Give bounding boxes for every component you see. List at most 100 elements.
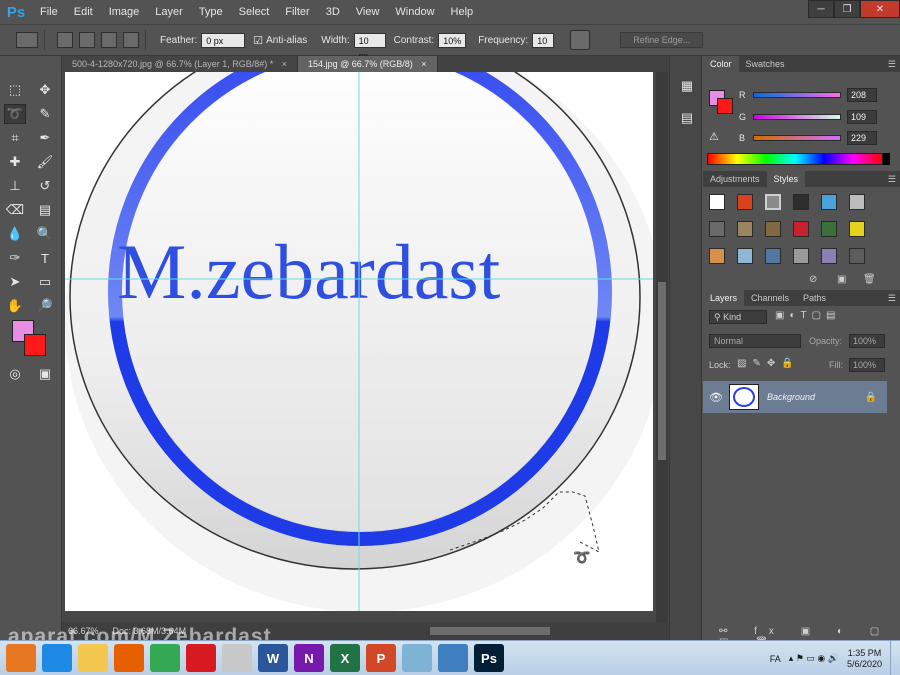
style-swatch[interactable] — [709, 221, 725, 237]
layer-row[interactable]: 👁 Background 🔒 — [703, 381, 887, 413]
path-selection-tool-icon[interactable]: ➤ — [4, 272, 26, 292]
tab-paths[interactable]: Paths — [796, 290, 833, 306]
taskbar-app-word[interactable]: W — [258, 644, 288, 672]
healing-brush-tool-icon[interactable]: ✚ — [4, 152, 26, 172]
panel-menu-icon[interactable]: ☰ — [884, 171, 900, 187]
lock-icons[interactable]: ▨✎✥🔒 — [737, 358, 800, 369]
rectangle-tool-icon[interactable]: ▭ — [34, 272, 56, 292]
style-swatch[interactable] — [737, 221, 753, 237]
black-swatch[interactable] — [883, 153, 890, 165]
horizontal-scroll-thumb[interactable] — [430, 627, 550, 635]
clone-stamp-tool-icon[interactable]: ⊥ — [4, 176, 26, 196]
frequency-input[interactable]: 10 — [532, 32, 555, 48]
properties-panel-icon[interactable]: ▤ — [676, 108, 698, 128]
taskbar-app-powerpoint[interactable]: P — [366, 644, 396, 672]
style-swatch[interactable] — [821, 221, 837, 237]
intersect-selection-icon[interactable] — [123, 32, 139, 48]
menu-3d[interactable]: 3D — [318, 0, 348, 24]
delete-style-icon[interactable]: 🗑 — [863, 274, 876, 285]
menu-image[interactable]: Image — [101, 0, 148, 24]
style-swatch[interactable] — [765, 194, 781, 210]
channel-value[interactable]: 109 — [847, 110, 877, 124]
tab-adjustments[interactable]: Adjustments — [703, 171, 767, 187]
menu-type[interactable]: Type — [191, 0, 231, 24]
taskbar-app-snipping[interactable] — [402, 644, 432, 672]
style-swatch[interactable] — [849, 248, 865, 264]
vertical-scroll-thumb[interactable] — [658, 282, 666, 460]
vertical-scrollbar[interactable] — [656, 72, 668, 622]
close-button[interactable]: ✕ — [860, 0, 900, 18]
tab-document-1[interactable]: 500-4-1280x720.jpg @ 66.7% (Layer 1, RGB… — [62, 56, 299, 72]
style-swatch[interactable] — [821, 194, 837, 210]
pen-pressure-icon[interactable] — [570, 30, 591, 50]
clear-style-icon[interactable]: ⊘ — [809, 274, 817, 285]
show-desktop-button[interactable] — [890, 641, 900, 675]
eraser-tool-icon[interactable]: ⌫ — [4, 200, 26, 220]
document-canvas[interactable]: M.zebardast ➰ — [65, 72, 653, 611]
pen-tool-icon[interactable]: ✑ — [4, 248, 26, 268]
style-swatch[interactable] — [821, 248, 837, 264]
width-input[interactable]: 10 px — [353, 32, 386, 61]
clock[interactable]: 1:35 PM 5/6/2020 — [847, 648, 882, 670]
language-indicator[interactable]: FA — [770, 654, 781, 664]
channel-value[interactable]: 229 — [847, 131, 877, 145]
opacity-input[interactable]: 100% — [849, 334, 885, 348]
color-spectrum-ramp[interactable] — [707, 153, 883, 165]
tab-document-2[interactable]: 154.jpg @ 66.7% (RGB/8) × — [298, 56, 438, 72]
tab-close-icon[interactable]: × — [282, 59, 287, 69]
menu-layer[interactable]: Layer — [147, 0, 191, 24]
filter-kind-dropdown[interactable]: ⚲ Kind — [709, 310, 767, 324]
channel-slider[interactable] — [753, 92, 841, 98]
screen-mode-icon[interactable]: ▣ — [34, 364, 56, 384]
taskbar-app-file-explorer[interactable] — [78, 644, 108, 672]
zoom-tool-icon[interactable]: 🔎 — [34, 296, 56, 316]
tab-layers[interactable]: Layers — [703, 290, 745, 306]
taskbar-app-firefox[interactable] — [114, 644, 144, 672]
tab-color[interactable]: Color — [703, 56, 739, 72]
style-swatch[interactable] — [737, 248, 753, 264]
tab-channels[interactable]: Channels — [744, 290, 796, 306]
minimize-button[interactable]: ─ — [808, 0, 834, 18]
menu-help[interactable]: Help — [443, 0, 482, 24]
tray-icons[interactable]: ▴ ⚑ ▭ ◉ 🔊 — [789, 653, 839, 664]
history-panel-icon[interactable]: ▦ — [676, 76, 698, 96]
crop-tool-icon[interactable]: ⌗ — [4, 128, 26, 148]
tab-close-icon[interactable]: × — [421, 59, 426, 69]
style-swatch[interactable] — [765, 221, 781, 237]
restore-button[interactable]: ❐ — [834, 0, 860, 18]
style-swatch[interactable] — [849, 194, 865, 210]
menu-edit[interactable]: Edit — [66, 0, 101, 24]
menu-view[interactable]: View — [348, 0, 388, 24]
tab-swatches[interactable]: Swatches — [739, 56, 792, 72]
new-style-icon[interactable]: ▣ — [837, 274, 846, 285]
visibility-eye-icon[interactable]: 👁 — [703, 391, 729, 404]
menu-file[interactable]: File — [32, 0, 66, 24]
fill-input[interactable]: 100% — [849, 358, 885, 372]
style-none[interactable] — [709, 194, 725, 210]
history-brush-tool-icon[interactable]: ↺ — [34, 176, 56, 196]
style-swatch[interactable] — [709, 248, 725, 264]
style-swatch[interactable] — [765, 248, 781, 264]
taskbar-app-photoshop[interactable]: Ps — [474, 644, 504, 672]
gradient-tool-icon[interactable]: ▤ — [34, 200, 56, 220]
taskbar-app-excel[interactable]: X — [330, 644, 360, 672]
quick-selection-tool-icon[interactable]: ✎ — [34, 104, 56, 124]
menu-filter[interactable]: Filter — [277, 0, 317, 24]
taskbar-app-acrobat[interactable] — [186, 644, 216, 672]
style-swatch[interactable] — [793, 194, 809, 210]
taskbar-app-remote[interactable] — [438, 644, 468, 672]
panel-menu-icon[interactable]: ☰ — [884, 56, 900, 72]
taskbar-app-chrome[interactable] — [150, 644, 180, 672]
layer-name[interactable]: Background — [767, 392, 815, 402]
new-selection-icon[interactable] — [57, 32, 73, 48]
style-swatch[interactable] — [793, 248, 809, 264]
hand-tool-icon[interactable]: ✋ — [4, 296, 26, 316]
panel-menu-icon[interactable]: ☰ — [884, 290, 900, 306]
taskbar-app-onenote[interactable]: N — [294, 644, 324, 672]
style-swatch[interactable] — [737, 194, 753, 210]
channel-slider[interactable] — [753, 114, 841, 120]
marquee-tool-icon[interactable]: ⬚ — [4, 80, 26, 100]
channel-value[interactable]: 208 — [847, 88, 877, 102]
brush-tool-icon[interactable]: 🖌 — [34, 152, 56, 172]
dodge-tool-icon[interactable]: 🔍 — [34, 224, 56, 244]
